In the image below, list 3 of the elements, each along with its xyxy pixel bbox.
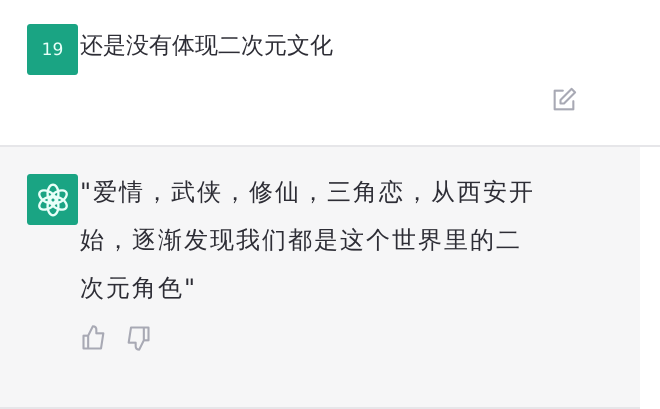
user-message: 还是没有体现二次元文化 — [80, 32, 333, 61]
user-avatar: 19 — [27, 24, 78, 75]
assistant-message: "爱情，武侠，修仙，三角恋，从西安开始，逐渐发现我们都是这个世界里的二次元角色" — [80, 177, 536, 304]
